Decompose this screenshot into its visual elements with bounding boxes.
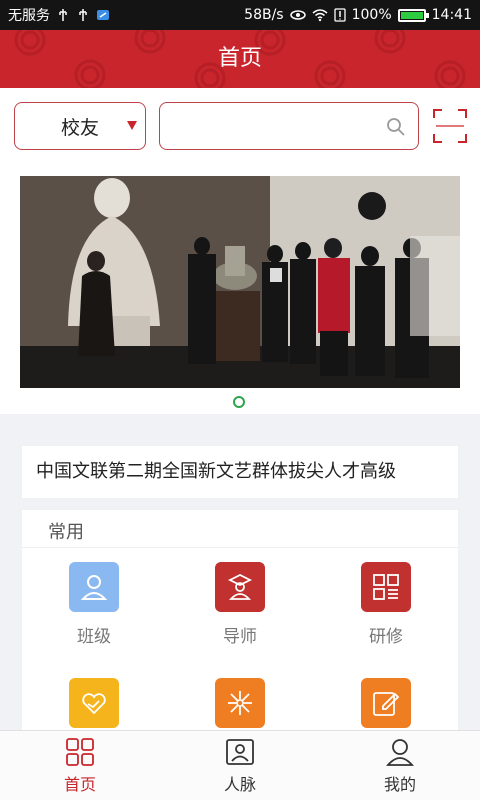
search-input[interactable]: [168, 111, 378, 141]
section-title: 常用: [48, 522, 84, 543]
category-select-value: 校友: [60, 116, 99, 139]
sim-alert-icon: [333, 8, 346, 22]
tile-label: 班级: [77, 627, 111, 647]
common-functions-card: 常用 班级 导师 研修: [22, 510, 458, 740]
carrier-text: 无服务: [8, 8, 50, 24]
teacher-icon: [215, 562, 265, 612]
sparkle-icon: [215, 678, 265, 728]
bottom-tab-bar: 首页 人脉 我的: [0, 730, 480, 800]
dropdown-arrow-icon: [127, 121, 137, 130]
tab-label: 我的: [383, 774, 416, 794]
news-ticker[interactable]: 中国文联第二期全国新文艺群体拔尖人才高级: [22, 446, 458, 498]
tile-mentor[interactable]: 导师: [195, 562, 285, 647]
battery-text: 100%: [351, 7, 392, 23]
wifi-icon: [312, 9, 328, 22]
search-icon[interactable]: [386, 117, 406, 137]
news-ticker-text: 中国文联第二期全国新文艺群体拔尖人才高级: [36, 461, 396, 482]
tile-label: 研修: [369, 627, 403, 647]
app-notification-icon: [97, 10, 109, 20]
eye-icon: [289, 10, 306, 20]
banner-photo: [20, 176, 460, 388]
category-select[interactable]: 校友: [14, 102, 146, 150]
tile-study[interactable]: 研修: [341, 562, 431, 647]
tile-activity[interactable]: [195, 678, 285, 738]
tab-contacts[interactable]: 人脉: [160, 731, 320, 800]
tile-write[interactable]: [341, 678, 431, 738]
tab-label: 人脉: [223, 774, 256, 794]
scan-icon[interactable]: [432, 108, 468, 144]
divider: [22, 547, 458, 548]
app-header: 首页: [0, 30, 480, 88]
heart-hand-icon: [69, 678, 119, 728]
tile-charity[interactable]: [49, 678, 139, 738]
usb-icon: [59, 9, 67, 21]
tab-home[interactable]: 首页: [0, 731, 160, 800]
home-grid-icon: [66, 737, 94, 766]
tile-label: 导师: [223, 627, 257, 647]
page-title: 首页: [217, 46, 262, 71]
carousel-banner[interactable]: [20, 176, 460, 388]
status-bar: 无服务 58B/s 100% 14:41: [0, 0, 480, 30]
grid-list-icon: [361, 562, 411, 612]
tab-mine[interactable]: 我的: [320, 731, 480, 800]
user-icon: [69, 562, 119, 612]
tab-label: 首页: [63, 774, 96, 794]
clock-text: 14:41: [431, 7, 472, 23]
profile-icon: [386, 738, 414, 766]
usb-icon: [79, 9, 87, 21]
tile-class[interactable]: 班级: [49, 562, 139, 647]
contacts-icon: [226, 738, 254, 765]
edit-icon: [361, 678, 411, 728]
net-speed-text: 58B/s: [244, 7, 284, 23]
carousel-indicator[interactable]: [233, 396, 245, 408]
search-box[interactable]: [159, 102, 419, 150]
battery-icon: [397, 8, 429, 22]
